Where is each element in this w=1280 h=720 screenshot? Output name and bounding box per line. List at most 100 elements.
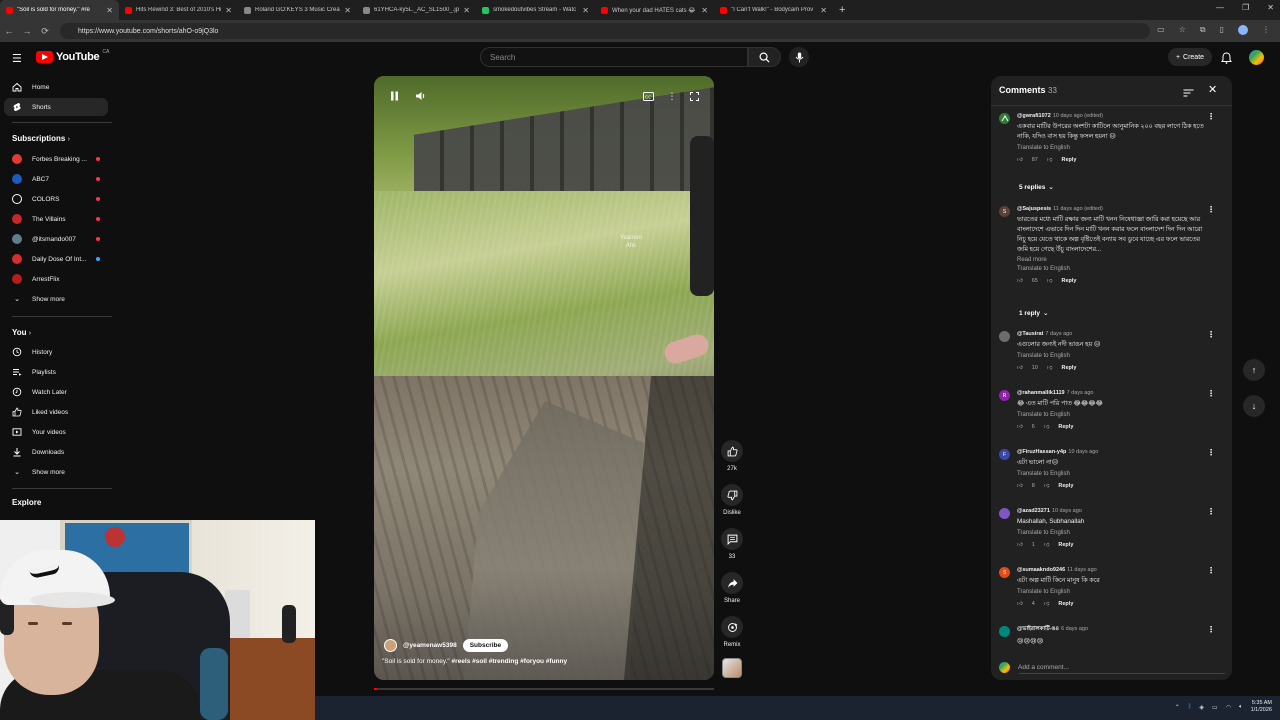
browser-tab-4[interactable]: smokedoutvibes Stream - Watc ✕ (476, 0, 595, 20)
account-avatar[interactable] (1249, 50, 1264, 65)
volume-tray-icon[interactable]: 🔈︎ (1239, 704, 1243, 711)
like-comment-button[interactable]: 👍︎ (1017, 424, 1023, 430)
sidebar-item-shorts[interactable]: Shorts (4, 98, 108, 116)
like-comment-button[interactable]: 👍︎ (1017, 483, 1023, 489)
sidebar-item-arrestflix[interactable]: ArrestFlix (4, 270, 108, 288)
reply-button[interactable]: Reply (1058, 601, 1073, 607)
previous-short-button[interactable]: ↑ (1243, 359, 1265, 381)
dislike-comment-button[interactable]: 👎︎ (1044, 424, 1050, 430)
menu-icon[interactable]: ☰ (12, 52, 24, 65)
commenter-avatar[interactable]: S (999, 206, 1010, 217)
comment-menu-icon[interactable]: ⋮ (1207, 390, 1215, 398)
comment-author[interactable]: @rahanmallik1119 (1017, 390, 1065, 396)
comment-menu-icon[interactable]: ⋮ (1207, 206, 1215, 214)
close-tab-icon[interactable]: ✕ (820, 6, 827, 15)
notifications-button[interactable] (1221, 51, 1232, 69)
sidebar-item-home[interactable]: Home (4, 78, 108, 96)
comment-author[interactable]: @azad23271 (1017, 508, 1050, 514)
like-comment-button[interactable]: 👍︎ (1017, 542, 1023, 548)
dislike-comment-button[interactable]: 👎︎ (1047, 157, 1053, 163)
maximize-icon[interactable]: ❐ (1242, 3, 1249, 12)
commenter-avatar[interactable] (999, 508, 1010, 519)
add-comment-field[interactable]: Add a comment... (999, 660, 1225, 674)
commenter-avatar[interactable]: R (999, 390, 1010, 401)
translate-link[interactable]: Translate to English (1017, 353, 1212, 359)
translate-link[interactable]: Translate to English (1017, 471, 1212, 477)
sidebar-item-itsmando007[interactable]: @itsmando007 (4, 230, 108, 248)
back-icon[interactable]: ← (0, 26, 18, 36)
dislike-comment-button[interactable]: 👎︎ (1044, 542, 1050, 548)
like-comment-button[interactable]: 👍︎ (1017, 278, 1023, 284)
network-icon[interactable]: ◈ (1199, 704, 1204, 711)
volume-button[interactable] (412, 88, 428, 104)
new-tab-icon[interactable]: + (839, 4, 845, 16)
sort-comments-button[interactable] (1183, 84, 1194, 102)
comments-button[interactable]: 33 (718, 528, 746, 560)
dislike-comment-button[interactable]: 👎︎ (1047, 365, 1053, 371)
translate-link[interactable]: Translate to English (1017, 530, 1212, 536)
reply-button[interactable]: Reply (1058, 483, 1073, 489)
browser-tab-0[interactable]: "Soil is sold for money." #re ✕ (0, 0, 119, 20)
translate-link[interactable]: Translate to English (1017, 145, 1212, 151)
url-field[interactable]: https://www.youtube.com/shorts/ahO-o9jQ3… (60, 23, 1150, 39)
remix-button[interactable]: Remix (718, 616, 746, 648)
you-heading[interactable]: You › (12, 328, 31, 337)
comment-author[interactable]: @sumaakndo9246 (1017, 567, 1065, 573)
comment-menu-icon[interactable]: ⋮ (1207, 113, 1215, 121)
like-button[interactable]: 27k (718, 440, 746, 472)
close-tab-icon[interactable]: ✕ (225, 6, 232, 15)
close-tab-icon[interactable]: ✕ (582, 6, 589, 15)
comment-menu-icon[interactable]: ⋮ (1207, 567, 1215, 575)
translate-link[interactable]: Translate to English (1017, 589, 1212, 595)
commenter-avatar[interactable]: F (999, 449, 1010, 460)
subscriptions-heading[interactable]: Subscriptions › (12, 134, 70, 143)
comment-menu-icon[interactable]: ⋮ (1207, 449, 1215, 457)
sidebar-item-downloads[interactable]: Downloads (4, 443, 108, 461)
caption-hashtags[interactable]: #reels #soil #trending #foryou #funny (452, 658, 568, 665)
subscriptions-show-more[interactable]: ⌄ Show more (4, 290, 108, 308)
search-button[interactable] (748, 47, 781, 67)
display-icon[interactable]: ▭ (1212, 704, 1218, 711)
like-comment-button[interactable]: 👍︎ (1017, 365, 1023, 371)
close-tab-icon[interactable]: ✕ (463, 6, 470, 15)
translate-link[interactable]: Translate to English (1017, 266, 1212, 272)
like-comment-button[interactable]: 👍︎ (1017, 157, 1023, 163)
video-progress-bar[interactable] (374, 688, 714, 690)
close-tab-icon[interactable]: ✕ (701, 6, 708, 15)
read-more-link[interactable]: Read more (1017, 257, 1212, 263)
channel-name[interactable]: @yeamenaw5398 (403, 642, 457, 649)
comment-author[interactable]: @FiruzHassan-y4p (1017, 449, 1066, 455)
reply-button[interactable]: Reply (1058, 424, 1073, 430)
reply-button[interactable]: Reply (1061, 278, 1076, 284)
reply-button[interactable]: Reply (1061, 365, 1076, 371)
cast-icon[interactable]: ▭ (1157, 25, 1165, 35)
sidebar-panel-icon[interactable]: ▯ (1220, 25, 1224, 35)
close-tab-icon[interactable]: ✕ (106, 6, 113, 15)
sidebar-item-your-videos[interactable]: Your videos (4, 423, 108, 441)
short-video-player[interactable]: Yeamen Ahs CC ⋮ @yeamenaw5398 Subscribe … (374, 76, 714, 680)
replies-toggle[interactable]: 5 replies ⌄ (1019, 183, 1054, 192)
sidebar-item-liked-videos[interactable]: Liked videos (4, 403, 108, 421)
fullscreen-button[interactable] (686, 88, 702, 104)
commenter-avatar[interactable] (999, 331, 1010, 342)
browser-tab-3[interactable]: 61YHCA-ky5L._AC_SL1500_.jpg ✕ (357, 0, 476, 20)
more-options-button[interactable]: ⋮ (664, 88, 680, 104)
reply-button[interactable]: Reply (1061, 157, 1076, 163)
youtube-logo[interactable]: YouTube CA (36, 49, 109, 63)
browser-profile-icon[interactable] (1238, 25, 1248, 35)
pause-button[interactable] (386, 88, 402, 104)
captions-button[interactable]: CC (640, 88, 656, 104)
extensions-icon[interactable]: ⧉ (1200, 25, 1206, 35)
dislike-comment-button[interactable]: 👎︎ (1044, 601, 1050, 607)
minimize-icon[interactable]: — (1216, 3, 1224, 12)
comment-author[interactable]: @ভাইরালকার্টি-ঙ৪ (1017, 626, 1059, 632)
create-button[interactable]: + Create (1168, 48, 1212, 66)
browser-menu-icon[interactable]: ⋮ (1262, 25, 1270, 35)
sidebar-item-daily-dose[interactable]: Daily Dose Of Int... (4, 250, 108, 268)
commenter-avatar[interactable] (999, 626, 1010, 637)
replies-toggle[interactable]: 1 reply ⌄ (1019, 309, 1048, 318)
reply-button[interactable]: Reply (1058, 542, 1073, 548)
tray-chevron-up-icon[interactable]: ⌃ (1175, 704, 1180, 711)
comment-menu-icon[interactable]: ⋮ (1207, 626, 1215, 634)
sound-thumbnail-button[interactable] (718, 658, 746, 678)
